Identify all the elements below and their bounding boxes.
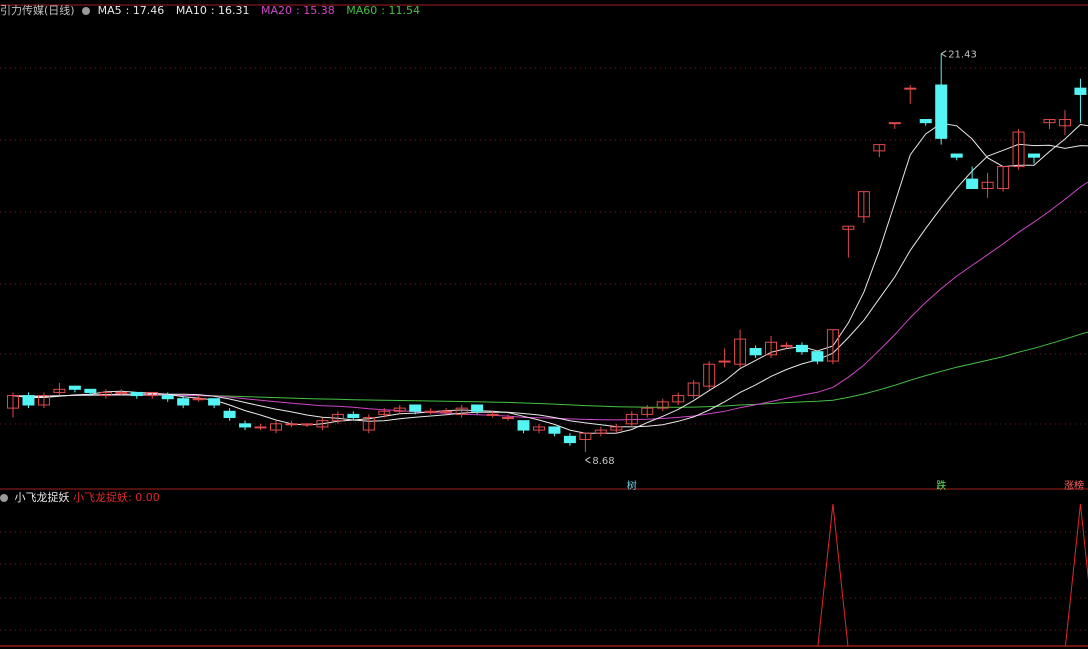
candle-body xyxy=(347,413,360,419)
candle-body xyxy=(563,435,576,444)
candle-body xyxy=(1074,87,1087,95)
candle-body xyxy=(935,84,948,139)
high-arrow xyxy=(940,50,947,58)
candle-body xyxy=(239,423,252,428)
ma5-line xyxy=(12,122,1088,434)
stock-name: 引力传媒(日线) xyxy=(0,4,75,17)
candle-body xyxy=(811,351,824,362)
candle-body xyxy=(904,87,917,90)
indicator-spike-1 xyxy=(1064,503,1088,647)
candle-body xyxy=(517,420,530,431)
candle-body xyxy=(22,395,35,406)
ma20-line xyxy=(12,181,1088,421)
candle-body xyxy=(409,404,422,412)
candle-body xyxy=(795,344,808,353)
candle-body xyxy=(130,391,143,397)
ma5-item: MA5: 17.46 xyxy=(97,4,165,17)
candle-body xyxy=(471,404,484,412)
signal-marker-2: 涨榜 xyxy=(1064,479,1084,492)
candle-body xyxy=(718,360,731,363)
ma20-item: MA20: 15.38 xyxy=(261,4,335,17)
ma60-item: MA60: 11.54 xyxy=(346,4,420,17)
indicator-name: 小飞龙捉妖 xyxy=(14,491,70,504)
indicator-value: 小飞龙捉妖: 0.00 xyxy=(73,491,160,504)
indicator-legend: 小飞龙捉妖 小飞龙捉妖: 0.00 xyxy=(0,489,160,505)
signal-marker-1: 跌 xyxy=(936,479,946,492)
candle-body xyxy=(285,423,298,426)
indicator-spike-0 xyxy=(817,503,849,647)
settings-dot-icon[interactable] xyxy=(82,7,91,15)
candle-body xyxy=(966,178,979,190)
chart-legend: 引力传媒(日线) MA5: 17.46 MA10: 16.31 MA20: 15… xyxy=(0,2,428,17)
high-price-label: 21.43 xyxy=(948,50,977,61)
indicator-settings-dot-icon[interactable] xyxy=(0,494,8,502)
low-price-label: 8.68 xyxy=(592,456,614,467)
candle-body xyxy=(223,410,236,419)
candle-body xyxy=(115,391,128,394)
candle-body xyxy=(749,348,762,356)
candle-body xyxy=(919,119,932,124)
candle-body xyxy=(548,426,561,434)
kline-chart[interactable]: 21.43 8.68 树 跌 涨榜 xyxy=(0,0,1088,649)
candle-body xyxy=(424,410,437,413)
ma10-item: MA10: 16.31 xyxy=(175,4,250,17)
candle-body xyxy=(161,395,174,400)
candle-body xyxy=(177,398,190,406)
candle-body xyxy=(192,398,205,401)
candle-body xyxy=(440,410,453,413)
signal-marker-0: 树 xyxy=(627,479,637,492)
candle-body xyxy=(300,423,313,426)
candle-body xyxy=(950,153,963,158)
candle-body xyxy=(486,413,499,416)
candle-body xyxy=(208,398,221,406)
candle-body xyxy=(254,426,267,429)
candle-body xyxy=(780,344,793,347)
candle-body xyxy=(1028,153,1041,158)
low-arrow xyxy=(585,456,591,464)
candle-body xyxy=(888,122,901,125)
candle-body xyxy=(68,385,81,390)
candle-body xyxy=(84,388,97,393)
candle-body xyxy=(502,417,515,420)
